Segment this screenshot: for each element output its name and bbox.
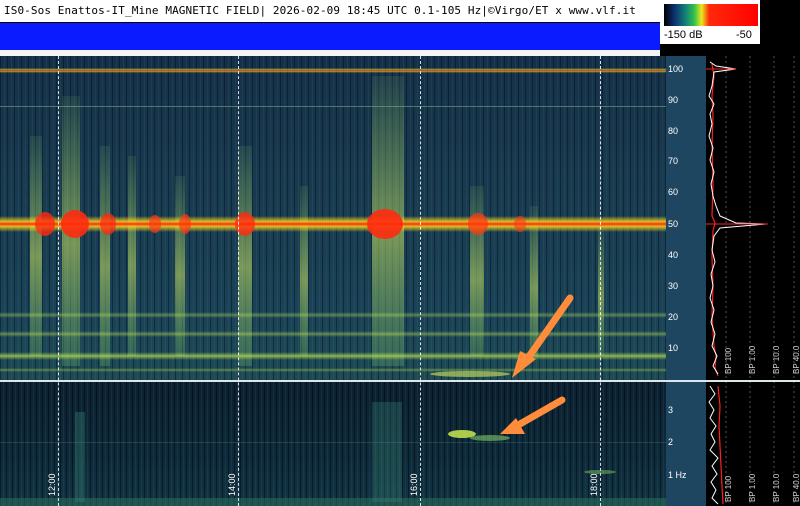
bandpass-label: BP 1.00	[748, 345, 757, 374]
freq-tick-label: 40	[668, 250, 679, 260]
freq-tick-label: 100	[668, 64, 684, 74]
bandpass-label: BP 40.0	[792, 345, 800, 374]
color-scale-bar	[664, 4, 758, 26]
spectrum-traces	[706, 56, 800, 506]
bandpass-label: BP 100	[724, 347, 733, 374]
freq-tick-label: 50	[668, 219, 679, 229]
freq-tick-label: 30	[668, 281, 679, 291]
bandpass-label: BP 100	[724, 475, 733, 502]
spectrum-side-plot: BP 100 BP 1.00 BP 10.0 BP 40.0 BP 100 BP…	[706, 56, 800, 506]
color-scale-legend: -150 dB -50	[660, 0, 760, 44]
frequency-axis-lower: 3 2 1 Hz	[666, 382, 706, 506]
freq-tick-label: 1 Hz	[668, 470, 687, 480]
frequency-axis-upper: 100 90 80 70 60 50 40 30 20 10	[666, 56, 706, 380]
freq-tick-label: 3	[668, 405, 674, 415]
spectrogram: 12:00 14:00 16:00 18:00	[0, 56, 666, 506]
freq-tick-label: 60	[668, 187, 679, 197]
bandpass-label: BP 40.0	[792, 473, 800, 502]
header-band	[0, 23, 660, 50]
freq-tick-label: 80	[668, 126, 679, 136]
bandpass-label: BP 10.0	[772, 473, 781, 502]
bandpass-label: BP 10.0	[772, 345, 781, 374]
freq-tick-label: 20	[668, 312, 679, 322]
chart-title: IS0-Sos Enattos-IT_Mine MAGNETIC FIELD| …	[4, 4, 636, 17]
freq-tick-label: 2	[668, 437, 674, 447]
color-scale-min-label: -150 dB	[664, 29, 703, 41]
freq-tick-label: 70	[668, 156, 679, 166]
freq-tick-label: 90	[668, 95, 679, 105]
title-bar: IS0-Sos Enattos-IT_Mine MAGNETIC FIELD| …	[0, 0, 660, 23]
annotation-arrow-lower	[516, 396, 566, 428]
bandpass-label: BP 1.00	[748, 473, 757, 502]
annotation-arrow-upper	[524, 294, 574, 362]
frequency-axis: 100 90 80 70 60 50 40 30 20 10 3 2 1 Hz	[666, 56, 706, 506]
freq-tick-label: 10	[668, 343, 679, 353]
annotation-arrows	[500, 294, 574, 434]
color-scale-max-label: -50	[736, 29, 752, 41]
